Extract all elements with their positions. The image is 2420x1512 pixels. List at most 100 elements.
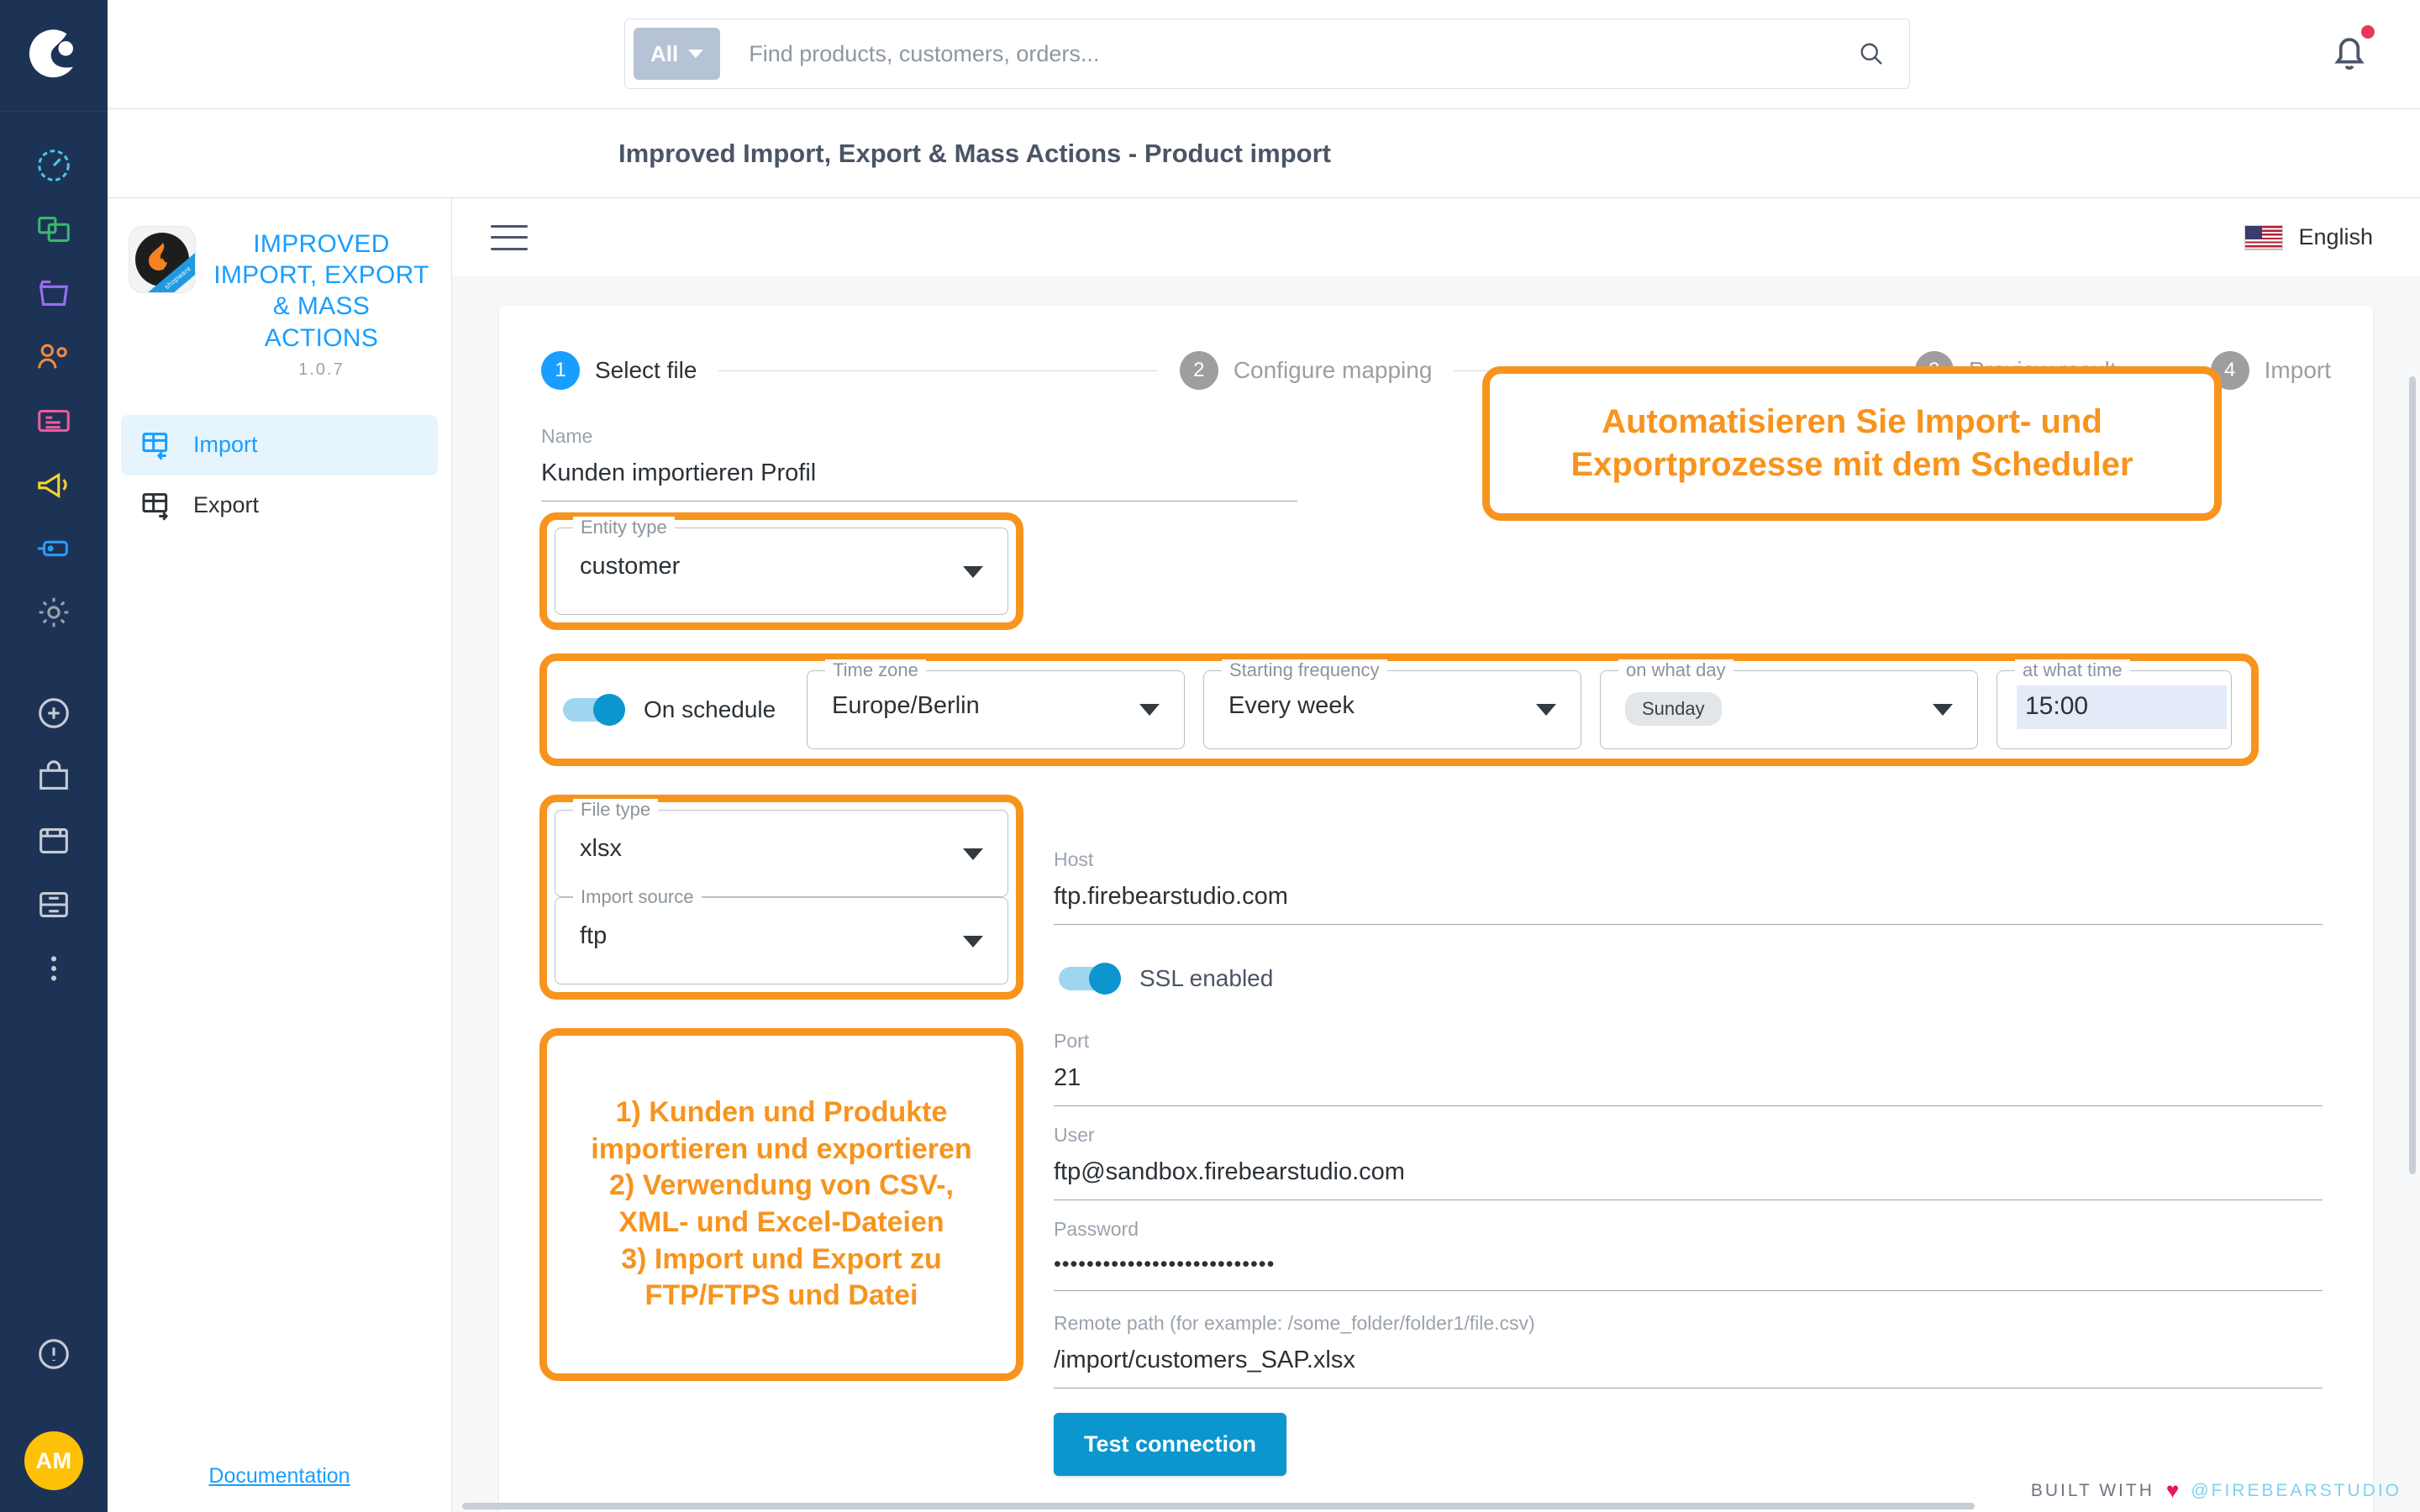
user-field[interactable]: User ftp@sandbox.firebearstudio.com <box>1054 1119 2323 1200</box>
field-value: Every week <box>1228 692 1355 720</box>
field-label: Password <box>1054 1218 2323 1241</box>
search-icon[interactable] <box>1840 39 1902 69</box>
notification-badge <box>2361 25 2375 39</box>
module-title-row: Improved Import, Export & Mass Actions -… <box>108 109 2420 198</box>
field-label: Import source <box>573 886 702 908</box>
search-scope-dropdown[interactable]: All <box>634 28 720 80</box>
app-root: AM All Improved Import, Export <box>0 0 2420 1512</box>
archive-icon[interactable] <box>0 873 108 937</box>
field-label: User <box>1054 1124 2323 1147</box>
field-value: customer <box>580 553 680 580</box>
top-search-bar: All <box>108 0 2420 109</box>
brand-name: IMPROVED IMPORT, EXPORT & MASS ACTIONS <box>213 228 429 354</box>
help-icon[interactable] <box>0 1322 108 1386</box>
schedule-row: On schedule Time zone Europe/Berlin <box>555 670 2244 749</box>
profile-name-field[interactable]: Name Kunden importieren Profil <box>541 420 1297 501</box>
orders-icon[interactable] <box>0 261 108 325</box>
documentation-link[interactable]: Documentation <box>108 1464 451 1488</box>
rail-bottom: AM <box>0 1322 108 1512</box>
field-value: ••••••••••••••••••••••••••• <box>1054 1241 2323 1290</box>
ssl-toggle[interactable] <box>1059 963 1121 995</box>
body-region: shopware IMPROVED IMPORT, EXPORT & MASS … <box>108 198 2420 1512</box>
content-scroll-area: 1 Select file 2 Configure mapping 3 <box>452 277 2420 1512</box>
step-import[interactable]: 4 Import <box>2211 351 2331 390</box>
chevron-down-icon <box>963 566 983 578</box>
step-number: 1 <box>541 351 580 390</box>
plus-circle-icon[interactable] <box>0 681 108 745</box>
step-label: Import <box>2265 357 2331 384</box>
search-scope-label: All <box>650 41 678 67</box>
module-sidebar: shopware IMPROVED IMPORT, EXPORT & MASS … <box>108 198 452 1512</box>
host-field[interactable]: Host ftp.firebearstudio.com <box>1054 843 2323 925</box>
sidebar-item-import[interactable]: Import <box>121 415 438 475</box>
hamburger-icon[interactable] <box>491 225 528 250</box>
shopware-logo[interactable] <box>24 22 83 81</box>
language-label: English <box>2298 224 2373 250</box>
field-value: ftp@sandbox.firebearstudio.com <box>1054 1147 2323 1200</box>
search-container: All <box>624 18 1910 89</box>
chevron-down-icon <box>963 848 983 860</box>
search-input[interactable] <box>720 41 1840 67</box>
import-form: Name Kunden importieren Profil Entity ty… <box>499 390 2373 423</box>
settings-icon[interactable] <box>0 580 108 644</box>
language-selector[interactable]: English <box>2244 224 2373 250</box>
on-schedule-toggle[interactable] <box>563 694 625 726</box>
on-what-day-select[interactable]: on what day Sunday <box>1600 670 1978 749</box>
field-label: File type <box>573 799 658 821</box>
media-icon[interactable] <box>0 809 108 873</box>
dashboard-icon[interactable] <box>0 134 108 197</box>
field-label: Starting frequency <box>1222 659 1387 681</box>
entity-type-select[interactable]: Entity type customer <box>555 528 1008 615</box>
field-value: xlsx <box>580 835 622 863</box>
page-title: Improved Import, Export & Mass Actions -… <box>618 139 1331 169</box>
field-label: at what time <box>2015 659 2130 681</box>
on-schedule-toggle-group[interactable]: On schedule <box>555 694 807 726</box>
password-field[interactable]: Password ••••••••••••••••••••••••••• <box>1054 1213 2323 1291</box>
step-configure-mapping[interactable]: 2 Configure mapping <box>1180 351 1433 390</box>
main-header: English <box>452 198 2420 277</box>
footer-built-with: BUILT WITH <box>2031 1481 2154 1501</box>
chevron-down-icon <box>1933 704 1953 716</box>
ssl-toggle-group[interactable]: SSL enabled <box>1059 963 1273 995</box>
field-label: Host <box>1054 848 2323 871</box>
brand-text: IMPROVED IMPORT, EXPORT & MASS ACTIONS 1… <box>213 227 429 380</box>
right-region: All Improved Import, Export & Mass Actio… <box>108 0 2420 1512</box>
customers-icon[interactable] <box>0 325 108 389</box>
annotation-features: 1) Kunden und Produkte importieren und e… <box>539 1028 1023 1381</box>
selected-day-chip[interactable]: Sunday <box>1625 692 1722 726</box>
avatar[interactable]: AM <box>24 1431 83 1490</box>
field-label: Port <box>1054 1030 2323 1053</box>
test-connection-button[interactable]: Test connection <box>1054 1413 1286 1476</box>
marketing-icon[interactable] <box>0 453 108 517</box>
horizontal-scrollbar[interactable] <box>452 1500 2420 1512</box>
vertical-scrollbar[interactable] <box>2407 277 2418 1512</box>
field-label: Remote path (for example: /some_folder/f… <box>1054 1312 2323 1335</box>
at-what-time-field[interactable]: at what time 15:00 <box>1996 670 2232 749</box>
footer-handle[interactable]: @FIREBEARSTUDIO <box>2191 1481 2402 1501</box>
remote-path-field[interactable]: Remote path (for example: /some_folder/f… <box>1054 1307 2323 1389</box>
import-source-select[interactable]: Import source ftp <box>555 897 1008 984</box>
port-field[interactable]: Port 21 <box>1054 1025 2323 1106</box>
field-value: 21 <box>1054 1053 2323 1105</box>
catalogues-icon[interactable] <box>0 197 108 261</box>
chevron-down-icon <box>963 936 983 948</box>
content-icon[interactable] <box>0 389 108 453</box>
time-zone-select[interactable]: Time zone Europe/Berlin <box>807 670 1185 749</box>
step-label: Select file <box>595 357 697 384</box>
sidebar-item-export[interactable]: Export <box>121 475 438 536</box>
starting-frequency-select[interactable]: Starting frequency Every week <box>1203 670 1581 749</box>
step-connector <box>718 370 1157 371</box>
global-sidebar: AM <box>0 0 108 1512</box>
extensions-icon[interactable] <box>0 517 108 580</box>
step-number: 2 <box>1180 351 1218 390</box>
shopping-bag-icon[interactable] <box>0 745 108 809</box>
kebab-icon[interactable] <box>0 937 108 1000</box>
chevron-down-icon <box>688 50 703 58</box>
field-value: Europe/Berlin <box>832 692 980 720</box>
file-type-select[interactable]: File type xlsx <box>555 810 1008 897</box>
field-label: Name <box>541 425 1297 448</box>
sidebar-item-label: Import <box>193 432 258 458</box>
step-select-file[interactable]: 1 Select file <box>541 351 697 390</box>
field-value: 15:00 <box>2017 685 2227 729</box>
field-value: /import/customers_SAP.xlsx <box>1054 1335 2323 1388</box>
